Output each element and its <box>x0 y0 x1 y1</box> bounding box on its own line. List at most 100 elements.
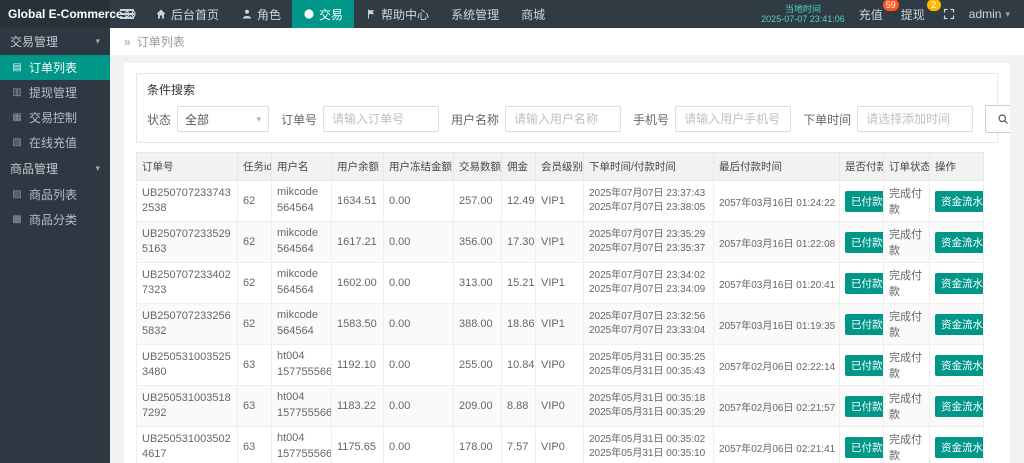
search-button[interactable]: 搜 索 <box>985 105 1010 133</box>
status-label: 状态 <box>147 112 172 127</box>
order-time-label: 下单时间 <box>803 112 852 127</box>
paid-status-button[interactable]: 已付款 <box>845 272 883 294</box>
nav-item-trade[interactable]: 交易 <box>292 0 355 28</box>
fund-flow-button[interactable]: 资金流水 <box>935 436 983 458</box>
sidebar-item-order-list[interactable]: ▤ 订单列表 <box>0 55 110 80</box>
chevron-down-icon: ▾ <box>1005 8 1010 19</box>
order-pay-time-cell: 2025年05月31日 00:35:02 2025年05月31日 00:35:1… <box>583 426 714 463</box>
pay-time: 2025年07月07日 23:33:04 <box>589 325 706 336</box>
order-status: 完成付款 <box>883 262 930 304</box>
sidebar-item-goods-list[interactable]: ▨ 商品列表 <box>0 182 110 207</box>
order-number: UB2507072337432538 <box>142 187 231 214</box>
sidebar-group-trade[interactable]: 交易管理 ▾ <box>0 28 110 55</box>
order-status: 完成付款 <box>883 426 930 463</box>
column-header: 订单号 <box>136 152 238 181</box>
column-header: 下单时间/付款时间 <box>583 152 714 181</box>
fund-flow-button[interactable]: 资金流水 <box>935 354 983 376</box>
column-header: 操作 <box>929 152 984 181</box>
paid-status-button[interactable]: 已付款 <box>845 436 883 458</box>
user-frozen-amount: 0.00 <box>383 221 454 263</box>
sidebar-item-label: 交易控制 <box>29 111 78 125</box>
sidebar-item-goods-category[interactable]: ▩ 商品分类 <box>0 207 110 232</box>
sidebar-item-online-recharge[interactable]: ▧ 在线充值 <box>0 130 110 155</box>
username: mikcode <box>277 268 318 281</box>
trade-amount: 255.00 <box>453 344 502 386</box>
menu-toggle-icon[interactable] <box>110 0 144 28</box>
table-row: UB2505310035024617 63 ht004 1577555668 1… <box>136 426 984 463</box>
paid-status-button[interactable]: 已付款 <box>845 354 883 376</box>
nav-item-system[interactable]: 系统管理 <box>440 0 510 28</box>
user-frozen-amount: 0.00 <box>383 303 454 345</box>
sidebar-item-label: 订单列表 <box>29 61 78 75</box>
commission: 10.84 <box>501 344 536 386</box>
nav-item-label: 商城 <box>521 7 546 22</box>
local-time: 当地时间 2025-07-07 23:41:06 <box>761 4 845 25</box>
commission: 15.21 <box>501 262 536 304</box>
order-no-input[interactable] <box>323 106 440 132</box>
nav-item-home[interactable]: 后台首页 <box>144 0 230 28</box>
pay-time: 2025年07月07日 23:34:09 <box>589 284 706 295</box>
username: mikcode <box>277 309 318 322</box>
trade-amount: 257.00 <box>453 180 502 222</box>
recharge-badge: 59 <box>882 0 899 11</box>
fund-flow-button[interactable]: 资金流水 <box>935 231 983 253</box>
order-number: UB2507072334027323 <box>142 269 231 296</box>
fund-flow-button[interactable]: 资金流水 <box>935 313 983 335</box>
order-time: 2025年05月31日 00:35:02 <box>589 433 706 445</box>
user-frozen-amount: 0.00 <box>383 385 454 427</box>
nav-item-mall[interactable]: 商城 <box>510 0 556 28</box>
fullscreen-icon[interactable] <box>943 8 955 20</box>
user-menu[interactable]: admin ▾ <box>969 7 1010 21</box>
fund-flow-button[interactable]: 资金流水 <box>935 395 983 417</box>
goods-list-icon: ▨ <box>12 189 22 200</box>
nav-item-label: 系统管理 <box>451 7 500 22</box>
column-header: 用户名 <box>271 152 332 181</box>
nav-item-help-center[interactable]: 帮助中心 <box>354 0 440 28</box>
order-status: 完成付款 <box>883 221 930 263</box>
commission: 12.49 <box>501 180 536 222</box>
vip-level: VIP1 <box>535 262 584 304</box>
withdraw-link[interactable]: 提现 2 <box>901 0 941 23</box>
paid-status-button[interactable]: 已付款 <box>845 313 883 335</box>
chevron-down-icon: ▾ <box>95 36 100 46</box>
sidebar-item-trade-control[interactable]: ▦ 交易控制 <box>0 105 110 130</box>
user-balance: 1183.22 <box>331 385 384 427</box>
column-header: 用户冻结金额 <box>383 152 454 181</box>
task-id: 62 <box>237 180 272 222</box>
column-header: 交易数额 <box>453 152 502 181</box>
paid-status-button[interactable]: 已付款 <box>845 190 883 212</box>
last-pay-time: 2057年03月16日 01:20:41 <box>713 262 840 304</box>
recharge-link[interactable]: 充值 59 <box>858 0 899 23</box>
home-icon <box>156 9 166 19</box>
app-logo: Global E-Commerce 3.0 <box>0 0 136 28</box>
table-row: UB2507072332565832 62 mikcode 564564 158… <box>136 303 984 345</box>
top-bar: Global E-Commerce 3.0 后台首页 角色 交易 帮助中心 系统管… <box>0 0 1024 28</box>
task-id: 63 <box>237 426 272 463</box>
paid-status-button[interactable]: 已付款 <box>845 395 883 417</box>
globe-icon <box>304 9 314 19</box>
user-cell: mikcode 564564 <box>277 267 326 299</box>
fund-flow-button[interactable]: 资金流水 <box>935 190 983 212</box>
vip-level: VIP1 <box>535 180 584 222</box>
column-header: 是否付款 <box>839 152 884 181</box>
recharge-label: 充值 <box>858 7 883 22</box>
pay-time: 2025年07月07日 23:35:37 <box>589 243 706 254</box>
table-row: UB2505310035253480 63 ht004 1577555668 1… <box>136 344 984 386</box>
user-icon <box>242 9 252 19</box>
user-frozen-amount: 0.00 <box>383 426 454 463</box>
user-balance: 1617.21 <box>331 221 384 263</box>
user-name-input[interactable] <box>505 106 622 132</box>
order-time-input[interactable] <box>857 106 974 132</box>
paid-status-button[interactable]: 已付款 <box>845 231 883 253</box>
order-number: UB2507072335295163 <box>142 228 231 255</box>
sidebar-item-withdraw-management[interactable]: ▥ 提现管理 <box>0 80 110 105</box>
last-pay-time: 2057年02月06日 02:21:57 <box>713 385 840 427</box>
phone-input[interactable] <box>675 106 792 132</box>
user-balance: 1602.00 <box>331 262 384 304</box>
sidebar-group-goods[interactable]: 商品管理 ▾ <box>0 155 110 182</box>
vip-level: VIP0 <box>535 385 584 427</box>
nav-item-roles[interactable]: 角色 <box>230 0 292 28</box>
flag-icon <box>368 9 375 19</box>
status-select[interactable]: 全部 ▾ <box>177 106 270 132</box>
fund-flow-button[interactable]: 资金流水 <box>935 272 983 294</box>
